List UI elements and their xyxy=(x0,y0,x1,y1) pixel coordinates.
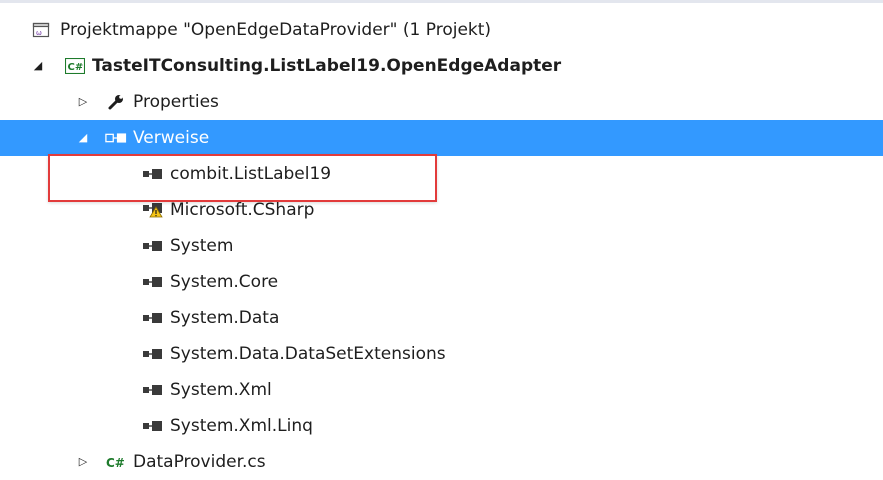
tree-item-label: System.Xml xyxy=(170,380,272,400)
assembly-reference-icon xyxy=(142,372,164,408)
tree-item-project[interactable]: ◢ C# TasteITConsulting.ListLabel19.OpenE… xyxy=(0,48,883,84)
tree-item-file[interactable]: ▷ C# DataProvider.cs xyxy=(0,444,883,480)
assembly-reference-warning-icon xyxy=(142,192,164,228)
tree-item-reference[interactable]: System.Xml.Linq xyxy=(0,408,883,444)
tree-item-label: Microsoft.CSharp xyxy=(170,200,315,220)
tree-item-label: System.Core xyxy=(170,272,279,292)
tree-item-reference[interactable]: combit.ListLabel19 xyxy=(0,156,883,192)
expand-arrow-icon[interactable]: ▷ xyxy=(75,84,91,120)
tree-item-label: DataProvider.cs xyxy=(133,452,266,472)
solution-icon: ω xyxy=(30,12,52,48)
assembly-reference-icon xyxy=(142,156,164,192)
tree-item-label: Verweise xyxy=(133,128,210,148)
tree-item-reference[interactable]: System.Data xyxy=(0,300,883,336)
tree-item-reference[interactable]: System.Core xyxy=(0,264,883,300)
wrench-icon xyxy=(105,84,127,120)
tree-item-references[interactable]: ◢ Verweise xyxy=(0,120,883,156)
assembly-reference-icon xyxy=(142,336,164,372)
tree-item-reference[interactable]: System.Xml xyxy=(0,372,883,408)
csharp-project-icon: C# xyxy=(64,48,86,84)
tree-item-label: combit.ListLabel19 xyxy=(170,164,332,184)
references-icon xyxy=(105,120,127,156)
tree-item-reference[interactable]: System.Data.DataSetExtensions xyxy=(0,336,883,372)
tree-item-properties[interactable]: ▷ Properties xyxy=(0,84,883,120)
tree-item-reference[interactable]: System xyxy=(0,228,883,264)
tree-item-label: System xyxy=(170,236,234,256)
assembly-reference-icon xyxy=(142,264,164,300)
collapse-arrow-icon[interactable]: ◢ xyxy=(30,48,46,84)
tree-item-label: TasteITConsulting.ListLabel19.OpenEdgeAd… xyxy=(92,56,562,76)
tree-item-label: Projektmappe "OpenEdgeDataProvider" (1 P… xyxy=(60,20,492,40)
expand-arrow-icon[interactable]: ▷ xyxy=(75,444,91,480)
assembly-reference-icon xyxy=(142,300,164,336)
collapse-arrow-icon[interactable]: ◢ xyxy=(75,120,91,156)
csharp-file-icon: C# xyxy=(105,444,127,480)
tree-item-label: System.Data xyxy=(170,308,280,328)
assembly-reference-icon xyxy=(142,408,164,444)
solution-explorer-tree: ω Projektmappe "OpenEdgeDataProvider" (1… xyxy=(0,12,883,480)
svg-text:ω: ω xyxy=(36,29,42,37)
tree-item-label: Properties xyxy=(133,92,219,112)
tree-item-label: System.Data.DataSetExtensions xyxy=(170,344,446,364)
assembly-reference-icon xyxy=(142,228,164,264)
tree-item-reference[interactable]: Microsoft.CSharp xyxy=(0,192,883,228)
svg-text:C#: C# xyxy=(106,456,125,470)
tree-item-solution[interactable]: ω Projektmappe "OpenEdgeDataProvider" (1… xyxy=(0,12,883,48)
svg-text:C#: C# xyxy=(68,62,84,73)
panel-top-border xyxy=(0,0,883,3)
tree-item-label: System.Xml.Linq xyxy=(170,416,313,436)
